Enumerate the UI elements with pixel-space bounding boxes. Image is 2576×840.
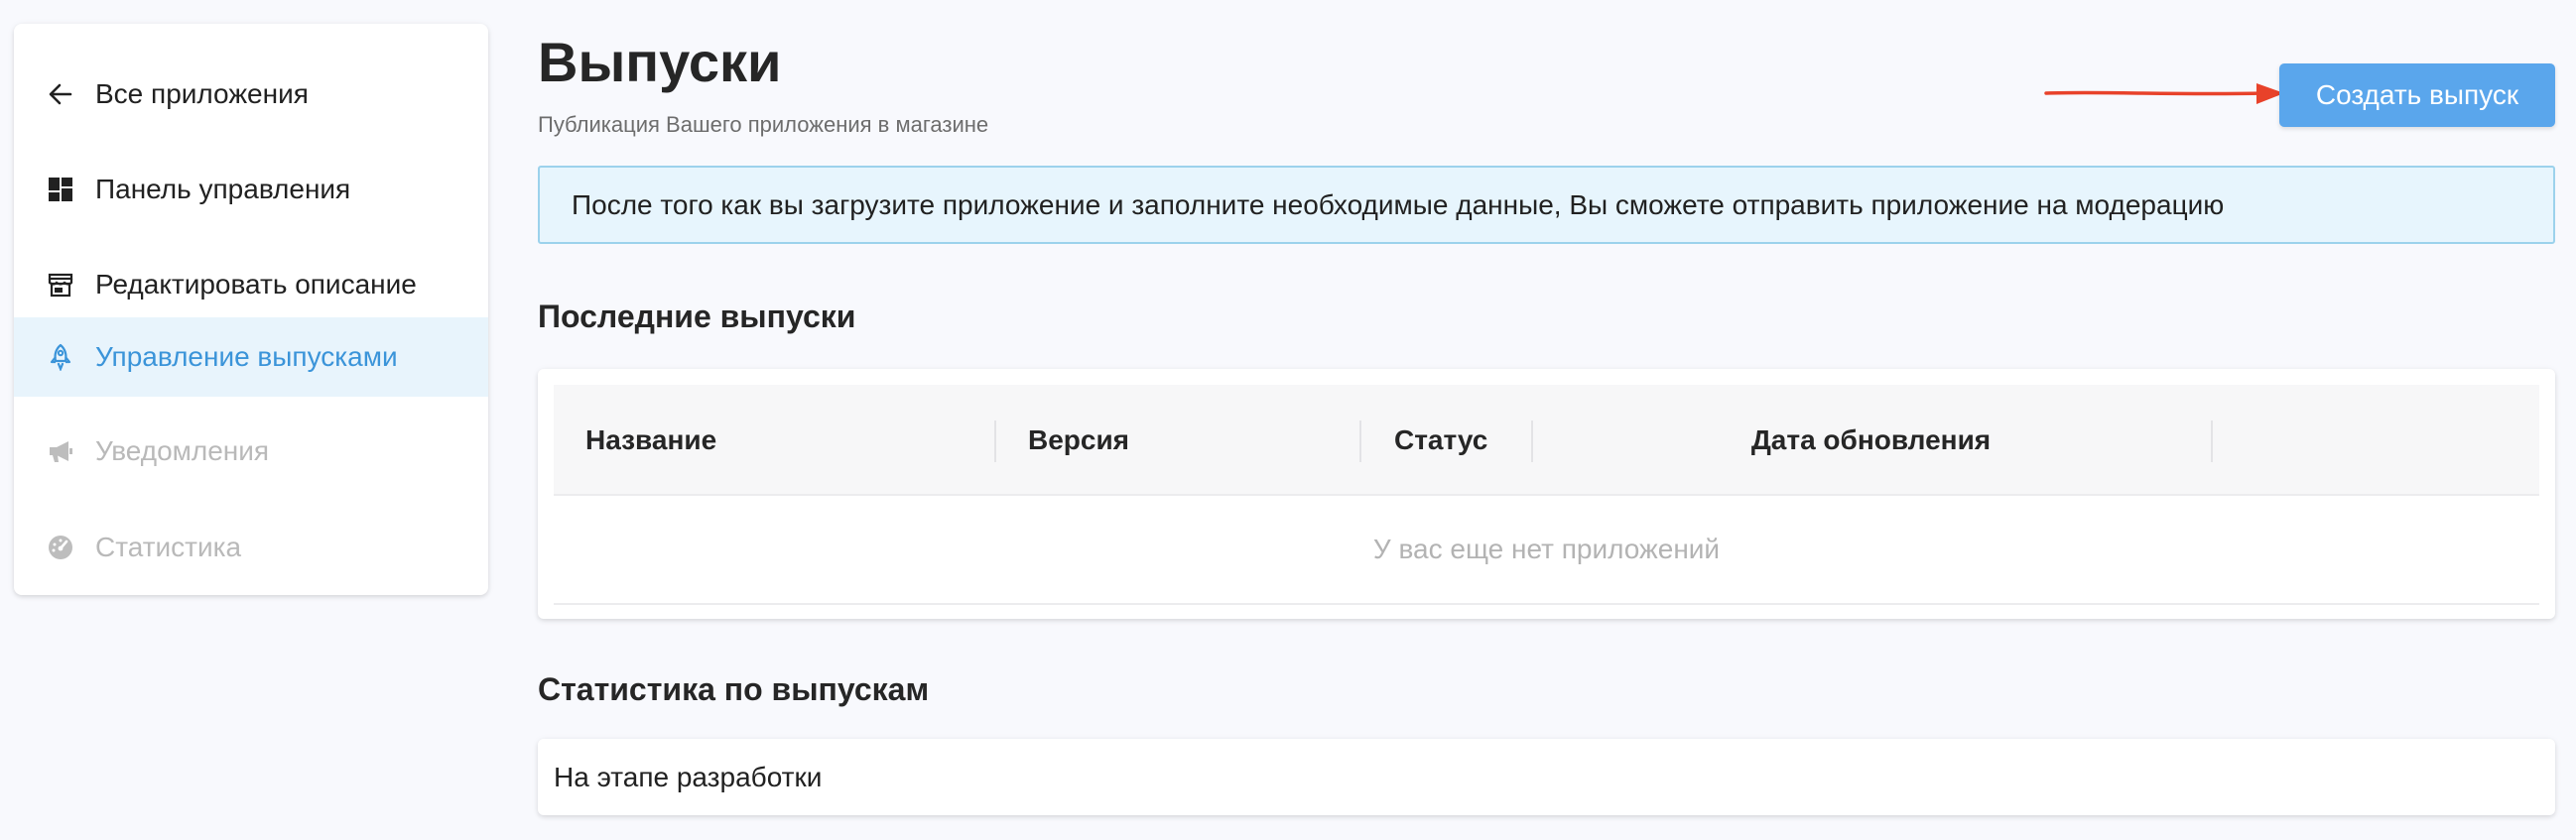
info-banner: После того как вы загрузите приложение и… [538, 166, 2555, 244]
recent-releases-title: Последние выпуски [538, 299, 856, 334]
create-release-button[interactable]: Создать выпуск [2279, 63, 2555, 127]
rocket-icon [46, 342, 75, 372]
column-header-version[interactable]: Версия [1028, 385, 1129, 496]
page-title: Выпуски [538, 31, 782, 93]
annotation-arrow-icon [2044, 83, 2284, 104]
page-subtitle: Публикация Вашего приложения в магазине [538, 112, 989, 137]
dashboard-grid-icon [46, 175, 75, 204]
release-statistics-title: Статистика по выпускам [538, 671, 930, 707]
table-header: Название Версия Статус Дата обновления [554, 385, 2539, 496]
column-divider [994, 420, 996, 462]
info-banner-text: После того как вы загрузите приложение и… [572, 188, 2225, 220]
sidebar-item-label: Редактировать описание [95, 269, 417, 300]
sidebar-item-release-management[interactable]: Управление выпусками [14, 317, 488, 397]
release-statistics-card: На этапе разработки [538, 739, 2555, 815]
sidebar: Все приложения Панель управления Редакти… [14, 24, 488, 595]
megaphone-icon [46, 436, 75, 466]
speedometer-icon [46, 533, 75, 562]
statistics-status-text: На этапе разработки [554, 761, 823, 792]
column-header-name[interactable]: Название [585, 385, 716, 496]
store-icon [46, 270, 75, 300]
sidebar-item-statistics: Статистика [14, 508, 488, 587]
column-header-status[interactable]: Статус [1394, 385, 1487, 496]
sidebar-item-all-apps[interactable]: Все приложения [14, 55, 488, 134]
sidebar-item-label: Панель управления [95, 174, 351, 204]
sidebar-item-label: Все приложения [95, 78, 309, 109]
sidebar-item-notifications: Уведомления [14, 412, 488, 491]
empty-state: У вас еще нет приложений [554, 496, 2539, 605]
column-header-updated-date[interactable]: Дата обновления [1531, 385, 2211, 496]
sidebar-item-edit-description[interactable]: Редактировать описание [14, 245, 488, 324]
arrow-left-icon [46, 79, 75, 109]
releases-table: Название Версия Статус Дата обновления У… [538, 369, 2555, 619]
sidebar-item-label: Уведомления [95, 435, 270, 466]
column-divider [1359, 420, 1361, 462]
sidebar-item-label: Статистика [95, 532, 242, 562]
sidebar-item-label: Управление выпусками [95, 341, 398, 372]
sidebar-item-dashboard[interactable]: Панель управления [14, 150, 488, 229]
column-divider [2211, 420, 2213, 462]
